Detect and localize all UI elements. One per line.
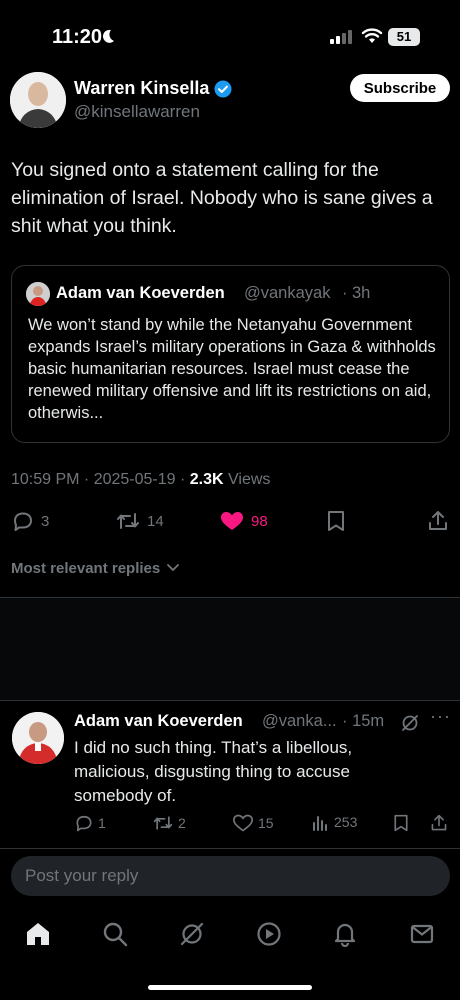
tweet-actions: 3 14 98 xyxy=(11,507,451,537)
reply-icon xyxy=(14,512,32,531)
reply-like-count: 15 xyxy=(258,815,274,831)
quote-avatar xyxy=(26,282,50,306)
nav-search[interactable] xyxy=(100,920,130,948)
like-count: 98 xyxy=(251,512,268,530)
bookmark-icon xyxy=(394,814,408,832)
nav-messages[interactable] xyxy=(407,920,437,948)
repost-button[interactable]: 14 xyxy=(115,507,164,535)
repost-count: 14 xyxy=(147,512,164,530)
spacer-band xyxy=(0,598,460,700)
reply-icon xyxy=(76,815,92,832)
bookmark-icon xyxy=(328,511,344,531)
author-handle[interactable]: @kinsellawarren xyxy=(74,102,200,122)
status-bar: 11:20 51 xyxy=(0,0,460,70)
share-icon xyxy=(431,814,447,831)
bookmark-button[interactable] xyxy=(325,507,347,535)
quote-avatar-image xyxy=(26,282,50,306)
status-time: 11:20 xyxy=(52,26,103,48)
subscribe-button[interactable]: Subscribe xyxy=(350,74,450,102)
repost-icon xyxy=(117,513,139,529)
reply-author-handle[interactable]: @vanka... xyxy=(262,712,337,731)
home-icon xyxy=(27,923,49,945)
reply-sort-label: Most relevant replies xyxy=(11,560,161,577)
reply-text: I did no such thing. That’s a libellous,… xyxy=(74,738,353,805)
verified-badge-icon xyxy=(214,80,232,98)
battery-indicator: 51 xyxy=(388,28,420,46)
quoted-tweet[interactable]: Adam van Koeverden @vankayak · 3h We won… xyxy=(11,265,450,443)
repost-icon xyxy=(153,816,173,830)
reply-share-button[interactable] xyxy=(430,813,448,833)
author-avatar[interactable] xyxy=(10,72,66,128)
reply-like-button[interactable]: 15 xyxy=(232,813,274,833)
tweet-time: 10:59 PM xyxy=(11,471,80,488)
reply-view-count: 253 xyxy=(334,814,358,830)
nav-home[interactable] xyxy=(23,920,53,948)
messages-icon xyxy=(410,924,434,944)
reply-repost-count: 2 xyxy=(178,815,186,831)
quote-author-handle: @vankayak xyxy=(244,284,331,302)
quote-author-name: Adam van Koeverden xyxy=(56,284,225,302)
grok-icon xyxy=(180,922,204,946)
tweet-date: 2025-05-19 xyxy=(93,471,176,488)
share-icon xyxy=(429,511,447,530)
reply-avatar[interactable] xyxy=(12,712,64,764)
author-avatar-image xyxy=(10,72,66,128)
nav-grok[interactable] xyxy=(177,920,207,948)
views-label: Views xyxy=(228,471,271,488)
signal-icon xyxy=(330,30,352,44)
reply-input[interactable]: Post your reply xyxy=(11,856,450,896)
tweet-meta: 10:59 PM · 2025-05-19 · 2.3K Views xyxy=(11,471,270,489)
heart-filled-icon xyxy=(221,512,243,530)
author-name[interactable]: Warren Kinsella xyxy=(74,78,209,99)
reply-repost-button[interactable]: 2 xyxy=(152,813,186,833)
heart-icon xyxy=(232,814,254,832)
bottom-nav xyxy=(0,912,460,956)
reply-views-button[interactable]: 253 xyxy=(312,813,357,831)
nav-video[interactable] xyxy=(254,920,284,948)
reply-avatar-image xyxy=(12,712,64,764)
more-options-icon[interactable]: ··· xyxy=(430,706,451,727)
reply-tweet[interactable]: Adam van Koeverden @vanka... · 15m ··· I… xyxy=(0,700,460,848)
wifi-icon xyxy=(361,28,383,43)
meta-separator: · xyxy=(175,471,190,488)
home-indicator[interactable] xyxy=(148,985,312,990)
reply-bookmark-button[interactable] xyxy=(392,813,410,833)
nav-notifications[interactable] xyxy=(330,920,360,948)
notifications-icon xyxy=(334,923,356,947)
reply-actions: 1 2 15 253 xyxy=(74,813,454,837)
tweet-author: Warren Kinsella @kinsellawarren Subscrib… xyxy=(10,72,450,132)
like-button[interactable]: 98 xyxy=(219,507,268,535)
meta-separator: · xyxy=(79,471,94,488)
focus-moon-icon xyxy=(102,29,114,43)
reply-reply-button[interactable]: 1 xyxy=(74,813,106,833)
quote-separator: · xyxy=(342,284,348,302)
quote-text: We won’t stand by while the Netanyahu Go… xyxy=(28,316,436,422)
grok-icon[interactable] xyxy=(400,713,420,733)
reply-count: 3 xyxy=(41,512,50,530)
share-button[interactable] xyxy=(427,507,449,535)
search-icon xyxy=(103,922,128,947)
reply-timestamp: · 15m xyxy=(342,712,385,730)
tweet-text: You signed onto a statement calling for … xyxy=(11,159,433,237)
analytics-icon xyxy=(313,816,327,831)
reply-author-name[interactable]: Adam van Koeverden xyxy=(74,712,243,731)
section-divider xyxy=(0,848,460,849)
video-icon xyxy=(257,922,281,946)
reply-reply-count: 1 xyxy=(98,815,106,831)
reply-sort-dropdown[interactable]: Most relevant replies xyxy=(11,560,180,577)
reply-button[interactable]: 3 xyxy=(11,507,49,535)
chevron-down-icon xyxy=(167,564,180,572)
views-count[interactable]: 2.3K xyxy=(190,471,224,488)
quote-timestamp: 3h xyxy=(352,284,371,302)
